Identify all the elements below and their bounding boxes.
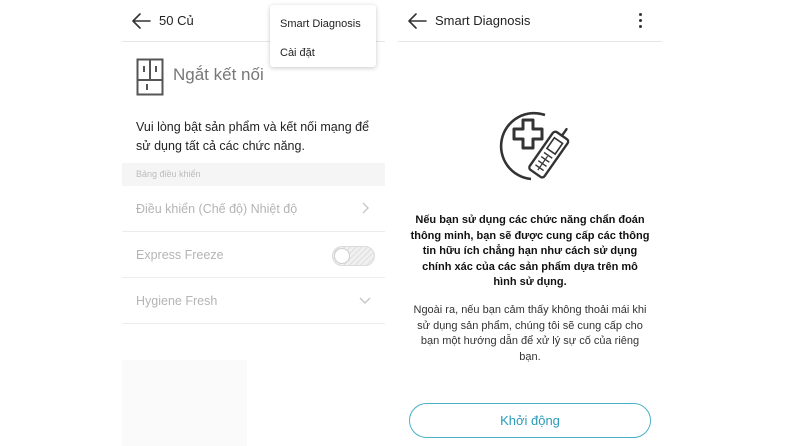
troubleshooting-description: Ngoài ra, nếu bạn cảm thấy không thoải m…	[413, 304, 647, 363]
row-hygiene-fresh[interactable]: Hygiene Fresh	[122, 278, 385, 324]
row-label: Điều khiển (Chế độ) Nhiệt độ	[136, 202, 298, 216]
header-title: 50 Củ	[159, 13, 194, 28]
overflow-menu: Smart Diagnosis Cài đặt	[270, 5, 376, 67]
row-temperature-control[interactable]: Điều khiển (Chế độ) Nhiệt độ	[122, 186, 385, 232]
menu-item-settings[interactable]: Cài đặt	[280, 47, 315, 59]
connection-status-title: Ngắt kết nối	[173, 65, 264, 84]
row-label: Hygiene Fresh	[136, 294, 218, 308]
menu-item-smart-diagnosis[interactable]: Smart Diagnosis	[280, 18, 361, 30]
background-block	[122, 360, 247, 446]
express-freeze-toggle[interactable]	[332, 246, 375, 266]
medical-cross-phone-icon	[499, 111, 570, 181]
row-express-freeze: Express Freeze	[122, 232, 385, 278]
connection-notice: Vui lòng bật sản phẩm và kết nối mạng để…	[136, 120, 370, 153]
back-arrow-icon[interactable]	[131, 12, 151, 30]
control-panel-section: Bảng điều khiển	[122, 163, 385, 186]
toggle-knob	[334, 248, 350, 264]
right-header: Smart Diagnosis	[398, 0, 662, 42]
chevron-right-icon	[362, 202, 369, 214]
header-title: Smart Diagnosis	[435, 13, 531, 28]
diagnosis-description: Nếu bạn sử dụng các chức năng chẩn đoán …	[410, 214, 650, 288]
kebab-menu-icon[interactable]	[636, 11, 646, 31]
row-label: Express Freeze	[136, 248, 224, 262]
section-label: Bảng điều khiển	[136, 169, 201, 179]
right-phone-screen: Smart Diagnosis Nếu bạn sử dụng các chức…	[398, 0, 662, 446]
chevron-down-icon	[359, 297, 371, 304]
start-button[interactable]: Khởi động	[409, 403, 651, 438]
back-arrow-icon[interactable]	[407, 12, 427, 30]
fridge-icon	[136, 58, 164, 96]
